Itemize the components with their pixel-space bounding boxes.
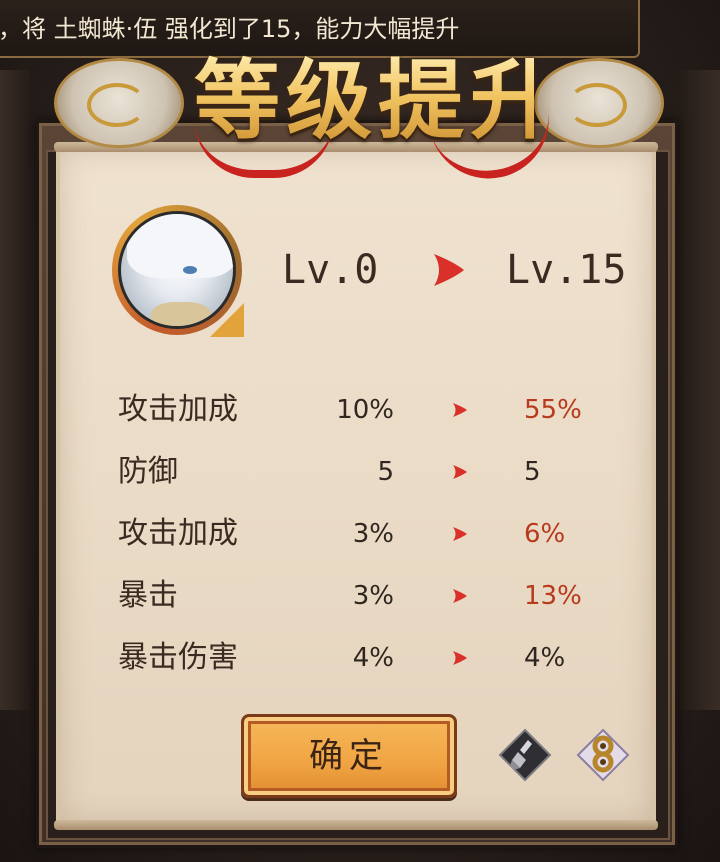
stat-label: 防御 — [118, 454, 178, 489]
stat-old-value: 3% — [352, 519, 394, 549]
brush-icon[interactable] — [498, 728, 552, 782]
stat-new-value: 4% — [524, 643, 566, 673]
small-red-arrow-right-icon — [453, 527, 467, 541]
dialog-title: 等级提升 — [194, 46, 534, 156]
right-cloud-ornament — [534, 58, 664, 148]
avatar-portrait — [118, 211, 236, 329]
stat-row: 暴击伤害 4% 4% — [118, 638, 598, 678]
small-red-arrow-right-icon — [453, 465, 467, 479]
stat-old-value: 10% — [336, 395, 394, 425]
right-background-decoration — [680, 70, 720, 710]
stat-new-value: 13% — [524, 581, 582, 611]
level-to: Lv.15 — [506, 247, 627, 293]
stat-row: 攻击加成 10% 55% — [118, 390, 598, 430]
stat-new-value: 6% — [524, 519, 566, 549]
small-red-arrow-right-icon — [453, 651, 467, 665]
small-red-arrow-right-icon — [453, 589, 467, 603]
stat-row: 攻击加成 3% 6% — [118, 514, 598, 554]
stat-row: 防御 5 5 — [118, 452, 598, 492]
soul-avatar — [112, 205, 242, 335]
left-cloud-ornament — [54, 58, 184, 148]
stat-label: 暴击 — [118, 578, 178, 613]
confirm-button[interactable]: 确定 — [241, 714, 457, 798]
stat-new-value: 5 — [524, 457, 541, 487]
red-arrow-right-icon — [434, 254, 464, 286]
gold-ornament-icon[interactable] — [576, 728, 630, 782]
stat-label: 攻击加成 — [118, 392, 238, 427]
stat-label: 攻击加成 — [118, 516, 238, 551]
stat-new-value: 55% — [524, 395, 582, 425]
stat-row: 暴击 3% 13% — [118, 576, 598, 616]
level-from: Lv.0 — [282, 247, 379, 293]
left-background-decoration — [0, 70, 30, 710]
stat-old-value: 5 — [377, 457, 394, 487]
stat-old-value: 4% — [352, 643, 394, 673]
title-plaque: 等级提升 — [54, 40, 664, 188]
stat-label: 暴击伤害 — [118, 640, 238, 675]
stat-old-value: 3% — [352, 581, 394, 611]
small-red-arrow-right-icon — [453, 403, 467, 417]
